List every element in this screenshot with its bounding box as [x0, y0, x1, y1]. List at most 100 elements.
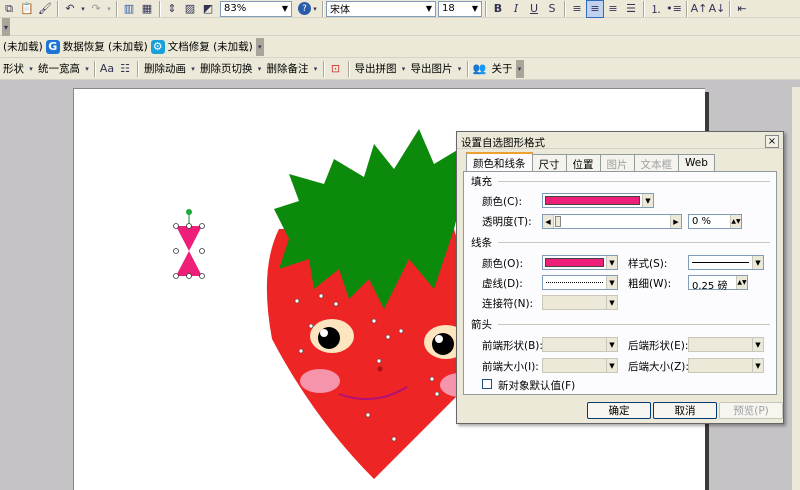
- underline-icon[interactable]: U: [525, 0, 543, 18]
- chevron-down-icon: ▼: [752, 338, 763, 351]
- font-name-select[interactable]: 宋体 ▼: [326, 0, 436, 17]
- spinner-icon[interactable]: ▲▼: [736, 276, 747, 289]
- format-painter-icon[interactable]: 🖌: [36, 0, 54, 18]
- chevron-down-icon: ▼: [606, 276, 617, 289]
- menu-uniform-size[interactable]: 统一宽高: [35, 61, 83, 76]
- toolbar-options-icon[interactable]: ▾: [255, 37, 264, 56]
- line-style-select[interactable]: ▼: [688, 255, 764, 270]
- dialog-titlebar[interactable]: 设置自选图形格式 ×: [457, 132, 783, 149]
- close-button[interactable]: ×: [765, 135, 779, 148]
- redo-dropdown-icon[interactable]: ▾: [105, 0, 113, 18]
- tab-web[interactable]: Web: [678, 154, 715, 171]
- align-right-icon[interactable]: ≡: [604, 0, 622, 18]
- increase-font-icon[interactable]: A↑: [690, 0, 708, 18]
- toolbar-separator: [564, 0, 565, 17]
- bullets-icon[interactable]: •≡: [665, 0, 683, 18]
- end-style-select[interactable]: ▼: [688, 337, 764, 352]
- menu-delete-animation[interactable]: 删除动画: [141, 61, 189, 76]
- toolbar-strip: ▾: [0, 18, 800, 36]
- shadow-icon[interactable]: S: [543, 0, 561, 18]
- fill-color-select[interactable]: ▼: [542, 193, 654, 208]
- tab-size[interactable]: 尺寸: [531, 154, 567, 171]
- export-icon[interactable]: ⊡: [327, 60, 345, 78]
- default-checkbox[interactable]: [482, 379, 492, 389]
- transparency-slider[interactable]: ◀ ▶: [542, 214, 682, 229]
- menu-delete-notes[interactable]: 删除备注: [264, 61, 312, 76]
- chevron-down-icon: ▾: [85, 64, 89, 73]
- cancel-button[interactable]: 取消: [653, 402, 717, 419]
- chevron-left-icon[interactable]: ◀: [543, 215, 554, 228]
- font-size-select[interactable]: 18 ▼: [438, 0, 482, 17]
- font-name-value: 宋体: [330, 5, 350, 16]
- italic-icon[interactable]: I: [507, 0, 525, 18]
- undo-icon[interactable]: ↶: [61, 0, 79, 18]
- tab-position[interactable]: 位置: [565, 154, 601, 171]
- toolbar-options-icon[interactable]: ▾: [515, 59, 524, 78]
- default-checkbox-label: 新对象默认值(F): [498, 380, 576, 392]
- format-icon[interactable]: ☷: [116, 60, 134, 78]
- menu-delete-transition[interactable]: 删除页切换: [197, 61, 256, 76]
- paste-icon[interactable]: 📋: [18, 0, 36, 18]
- color-grayscale-icon[interactable]: ◩: [199, 0, 217, 18]
- menu-shape[interactable]: 形状: [0, 61, 27, 76]
- selected-hourglass-shape: [173, 209, 205, 279]
- vertical-scrollbar[interactable]: [792, 87, 800, 490]
- copy-icon[interactable]: ⧉: [0, 0, 18, 18]
- tab-picture[interactable]: 图片: [599, 154, 635, 171]
- begin-size-select[interactable]: ▼: [542, 358, 618, 373]
- chevron-down-icon: ▾: [457, 64, 462, 73]
- menu-export-collage[interactable]: 导出拼图: [352, 61, 400, 76]
- tab-textbox[interactable]: 文本框: [633, 154, 679, 171]
- slider-thumb[interactable]: [555, 216, 561, 227]
- toolbar-separator: [643, 0, 644, 17]
- line-color-select[interactable]: ▼: [542, 255, 618, 270]
- undo-dropdown-icon[interactable]: ▾: [79, 0, 87, 18]
- begin-style-select[interactable]: ▼: [542, 337, 618, 352]
- line-color-label: 颜色(O):: [482, 258, 523, 270]
- chevron-right-icon[interactable]: ▶: [670, 215, 681, 228]
- help-icon[interactable]: ?: [298, 2, 311, 15]
- zoom-select[interactable]: 83% ▼: [220, 0, 292, 17]
- preview-button[interactable]: 预览(P): [719, 402, 783, 419]
- align-left-icon[interactable]: ≡: [568, 0, 586, 18]
- line-style-preview: [692, 262, 749, 263]
- chevron-down-icon: ▾: [257, 64, 262, 73]
- ok-button[interactable]: 确定: [587, 402, 651, 419]
- grid-icon[interactable]: ▨: [181, 0, 199, 18]
- section-divider: [498, 181, 770, 182]
- toolbar-grip-icon[interactable]: ▾: [2, 18, 10, 36]
- justify-icon[interactable]: ☰: [622, 0, 640, 18]
- addin-item-unloaded[interactable]: (未加载): [0, 39, 46, 54]
- align-center-icon[interactable]: ≡: [586, 0, 604, 18]
- bold-icon[interactable]: B: [489, 0, 507, 18]
- section-divider: [498, 242, 770, 243]
- toolbar-separator: [159, 0, 160, 17]
- expand-icon[interactable]: ⇕: [163, 0, 181, 18]
- chart-icon[interactable]: ▥: [120, 0, 138, 18]
- chevron-down-icon: ▼: [606, 296, 617, 309]
- dash-select[interactable]: ▼: [542, 275, 618, 290]
- data-recovery-item[interactable]: 数据恢复 (未加载): [60, 39, 151, 54]
- line-spacing-icon[interactable]: ⇤: [733, 0, 751, 18]
- numbering-icon[interactable]: ⒈: [647, 0, 665, 18]
- connector-select[interactable]: ▼: [542, 295, 618, 310]
- menu-export-images[interactable]: 导出图片: [408, 61, 456, 76]
- menu-about[interactable]: 关于: [489, 61, 516, 76]
- table-icon[interactable]: ▦: [138, 0, 156, 18]
- toolbar-options-icon[interactable]: ▾: [311, 0, 319, 18]
- font-icon[interactable]: Aa: [98, 60, 116, 78]
- chevron-down-icon: ▼: [606, 338, 617, 351]
- decrease-font-icon[interactable]: A↓: [708, 0, 726, 18]
- toolbar-separator: [729, 0, 730, 17]
- end-size-select[interactable]: ▼: [688, 358, 764, 373]
- spinner-icon[interactable]: ▲▼: [730, 215, 741, 228]
- chevron-down-icon: ▾: [313, 64, 318, 73]
- transparency-value: 0 %: [692, 216, 712, 227]
- toolbar-separator: [116, 0, 117, 17]
- tab-colors-lines[interactable]: 颜色和线条: [466, 152, 533, 171]
- redo-icon[interactable]: ↷: [87, 0, 105, 18]
- doc-repair-item[interactable]: 文档修复 (未加载): [165, 39, 256, 54]
- toolbar-separator: [485, 0, 486, 17]
- weight-input[interactable]: 0.25 磅 ▲▼: [688, 275, 748, 292]
- transparency-input[interactable]: 0 % ▲▼: [688, 214, 742, 229]
